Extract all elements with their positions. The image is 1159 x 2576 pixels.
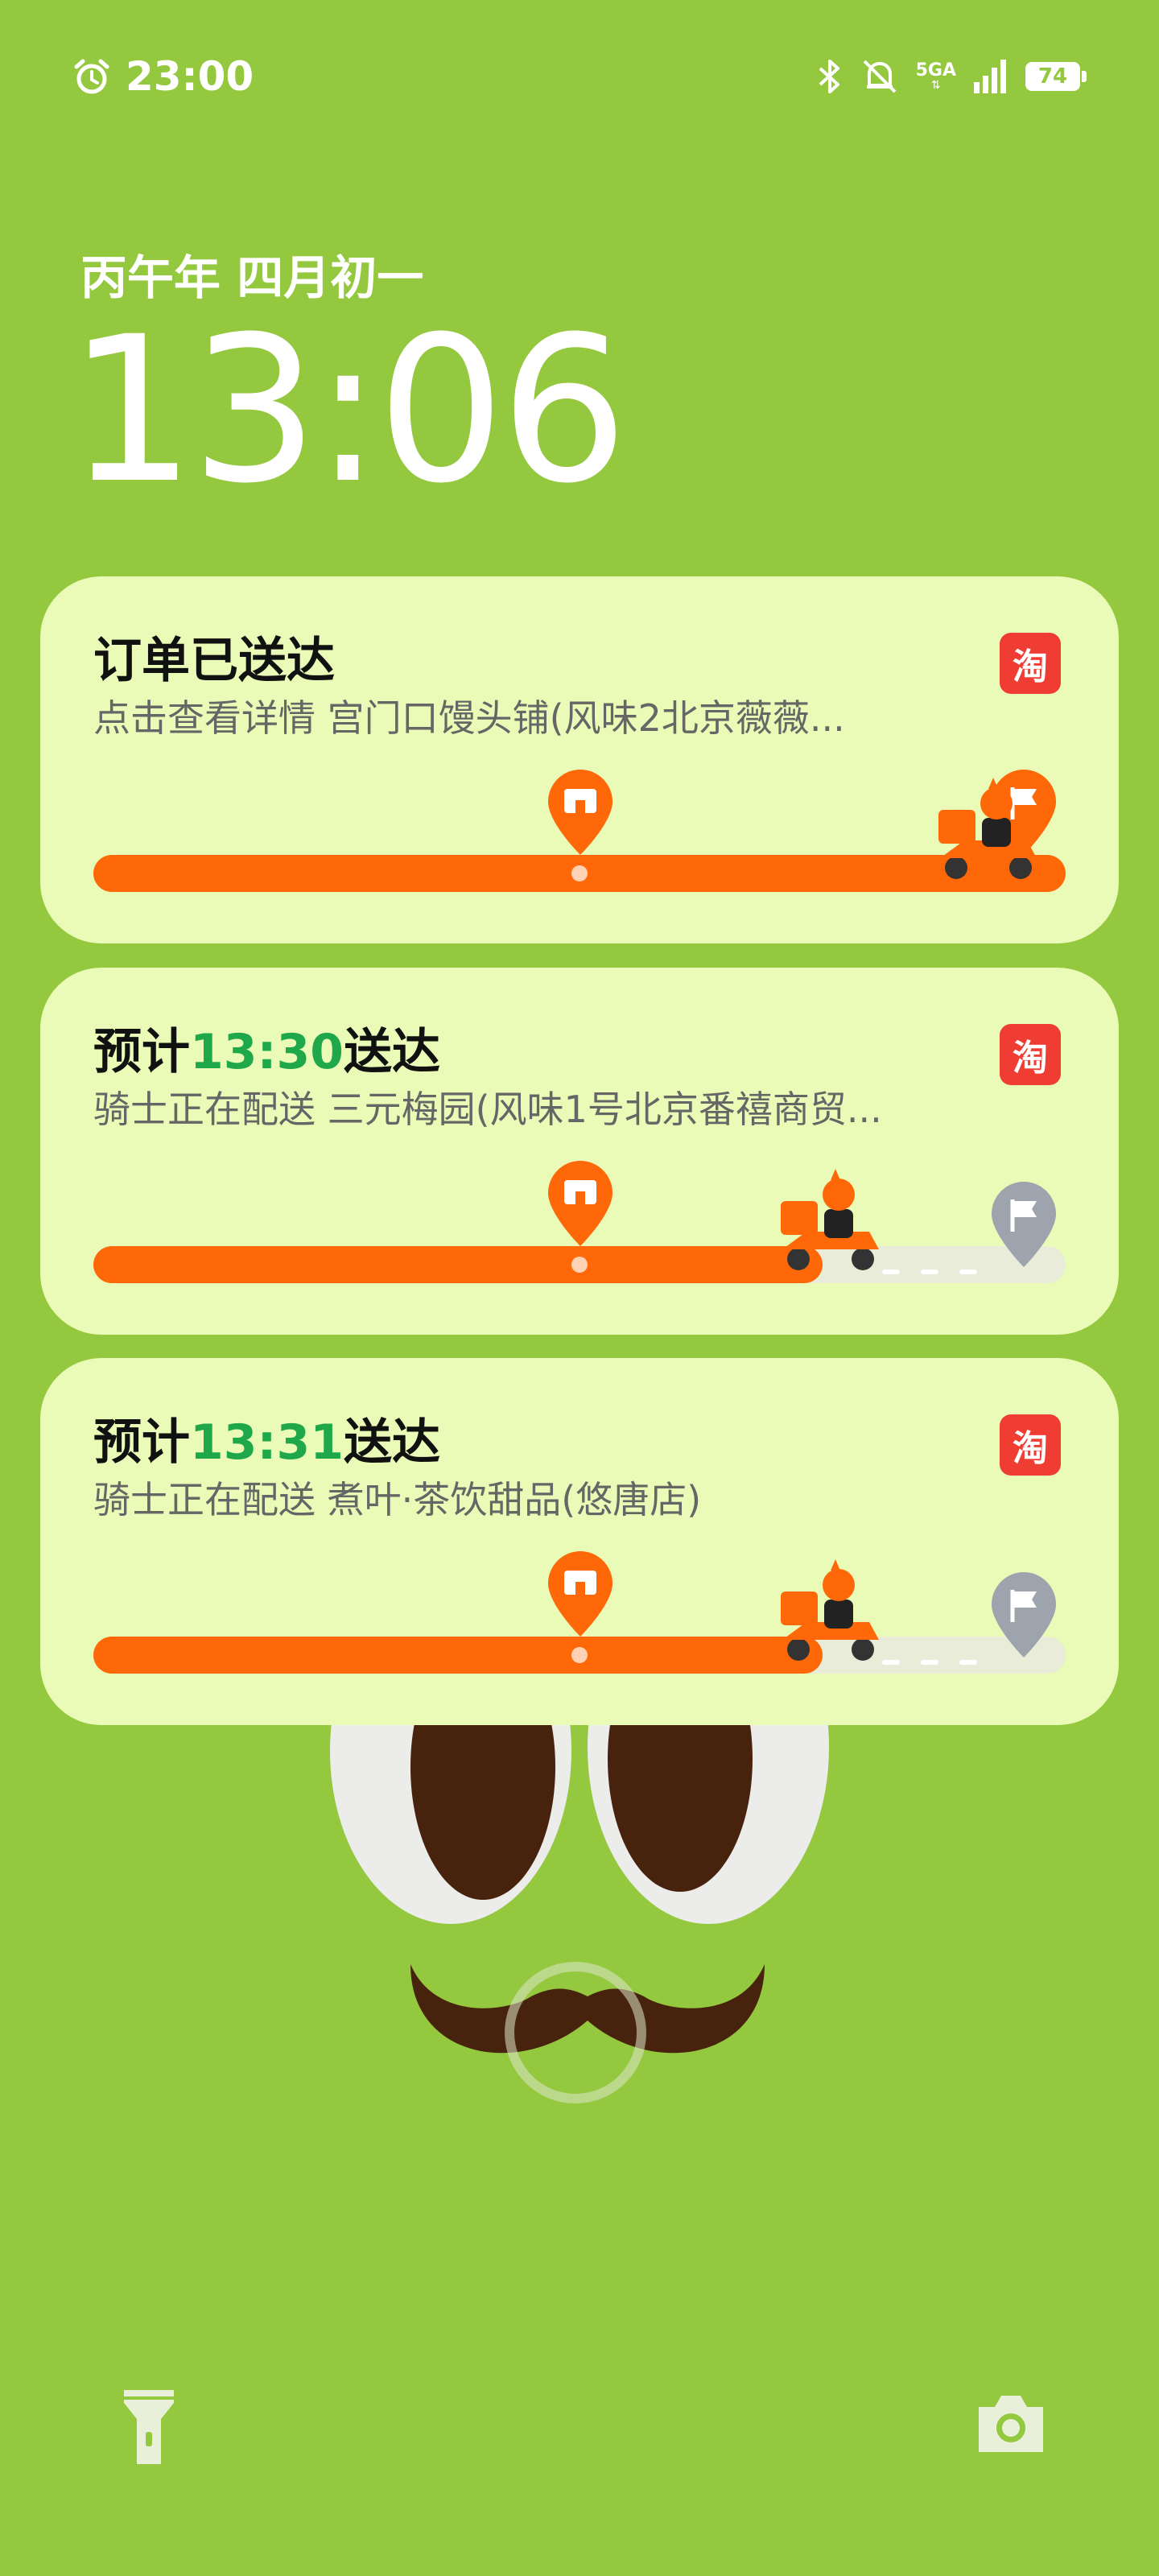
progress-fill [93, 1246, 823, 1283]
lock-clock: 13:06 [68, 293, 628, 527]
delivery-rider-icon [938, 778, 1037, 879]
notification-title: 预计13:30送达 [93, 1013, 440, 1083]
network-indicator: 5GA ⇅ [915, 60, 956, 92]
eta-time: 13:30 [190, 1024, 344, 1080]
store-pin-icon [548, 1551, 612, 1637]
battery-level: 74 [1025, 62, 1080, 91]
notification-title: 订单已送达 [93, 633, 335, 689]
destination-flag-icon [992, 1182, 1056, 1267]
network-label: 5GA [915, 60, 956, 80]
notification-title: 预计13:31送达 [93, 1403, 440, 1473]
notification-subtitle: 点击查看详情 宫门口馒头铺(风味2北京薇薇... [93, 696, 845, 740]
notification-card[interactable]: 订单已送达 点击查看详情 宫门口馒头铺(风味2北京薇薇... 淘 [40, 576, 1119, 943]
taobao-app-icon: 淘 [1000, 1024, 1061, 1085]
alarm-icon [74, 59, 109, 94]
unlock-fingerprint-ring[interactable] [505, 1962, 646, 2103]
delivery-rider-icon [781, 1169, 879, 1270]
notification-card[interactable]: 预计13:30送达 骑士正在配送 三元梅园(风味1号北京番禧商贸... 淘 [40, 968, 1119, 1335]
title-prefix: 预计 [93, 1024, 190, 1080]
status-time: 23:00 [126, 53, 254, 100]
taobao-app-icon: 淘 [1000, 633, 1061, 694]
title-suffix: 送达 [344, 1024, 440, 1080]
eta-time: 13:31 [190, 1414, 344, 1471]
store-pin-icon [548, 770, 612, 855]
store-pin-icon [548, 1161, 612, 1246]
delivery-rider-icon [781, 1559, 879, 1661]
data-arrows-icon: ⇅ [930, 79, 941, 92]
status-bar: 23:00 5GA ⇅ 74 [72, 48, 1087, 105]
destination-flag-icon [992, 1572, 1056, 1657]
signal-icon [974, 60, 1006, 93]
flashlight-icon[interactable] [121, 2387, 177, 2467]
taobao-app-icon: 淘 [1000, 1414, 1061, 1476]
bluetooth-icon [819, 60, 839, 93]
notification-subtitle: 骑士正在配送 三元梅园(风味1号北京番禧商贸... [93, 1088, 882, 1131]
mute-icon [863, 60, 897, 93]
progress-fill [93, 1637, 823, 1674]
battery-icon: 74 [1025, 62, 1087, 91]
notification-subtitle: 骑士正在配送 煮叶·茶饮甜品(悠唐店) [93, 1478, 702, 1521]
title-prefix: 预计 [93, 1414, 190, 1471]
notification-card[interactable]: 预计13:31送达 骑士正在配送 煮叶·茶饮甜品(悠唐店) 淘 [40, 1358, 1119, 1725]
camera-icon[interactable] [974, 2391, 1048, 2455]
title-suffix: 送达 [344, 1414, 440, 1471]
